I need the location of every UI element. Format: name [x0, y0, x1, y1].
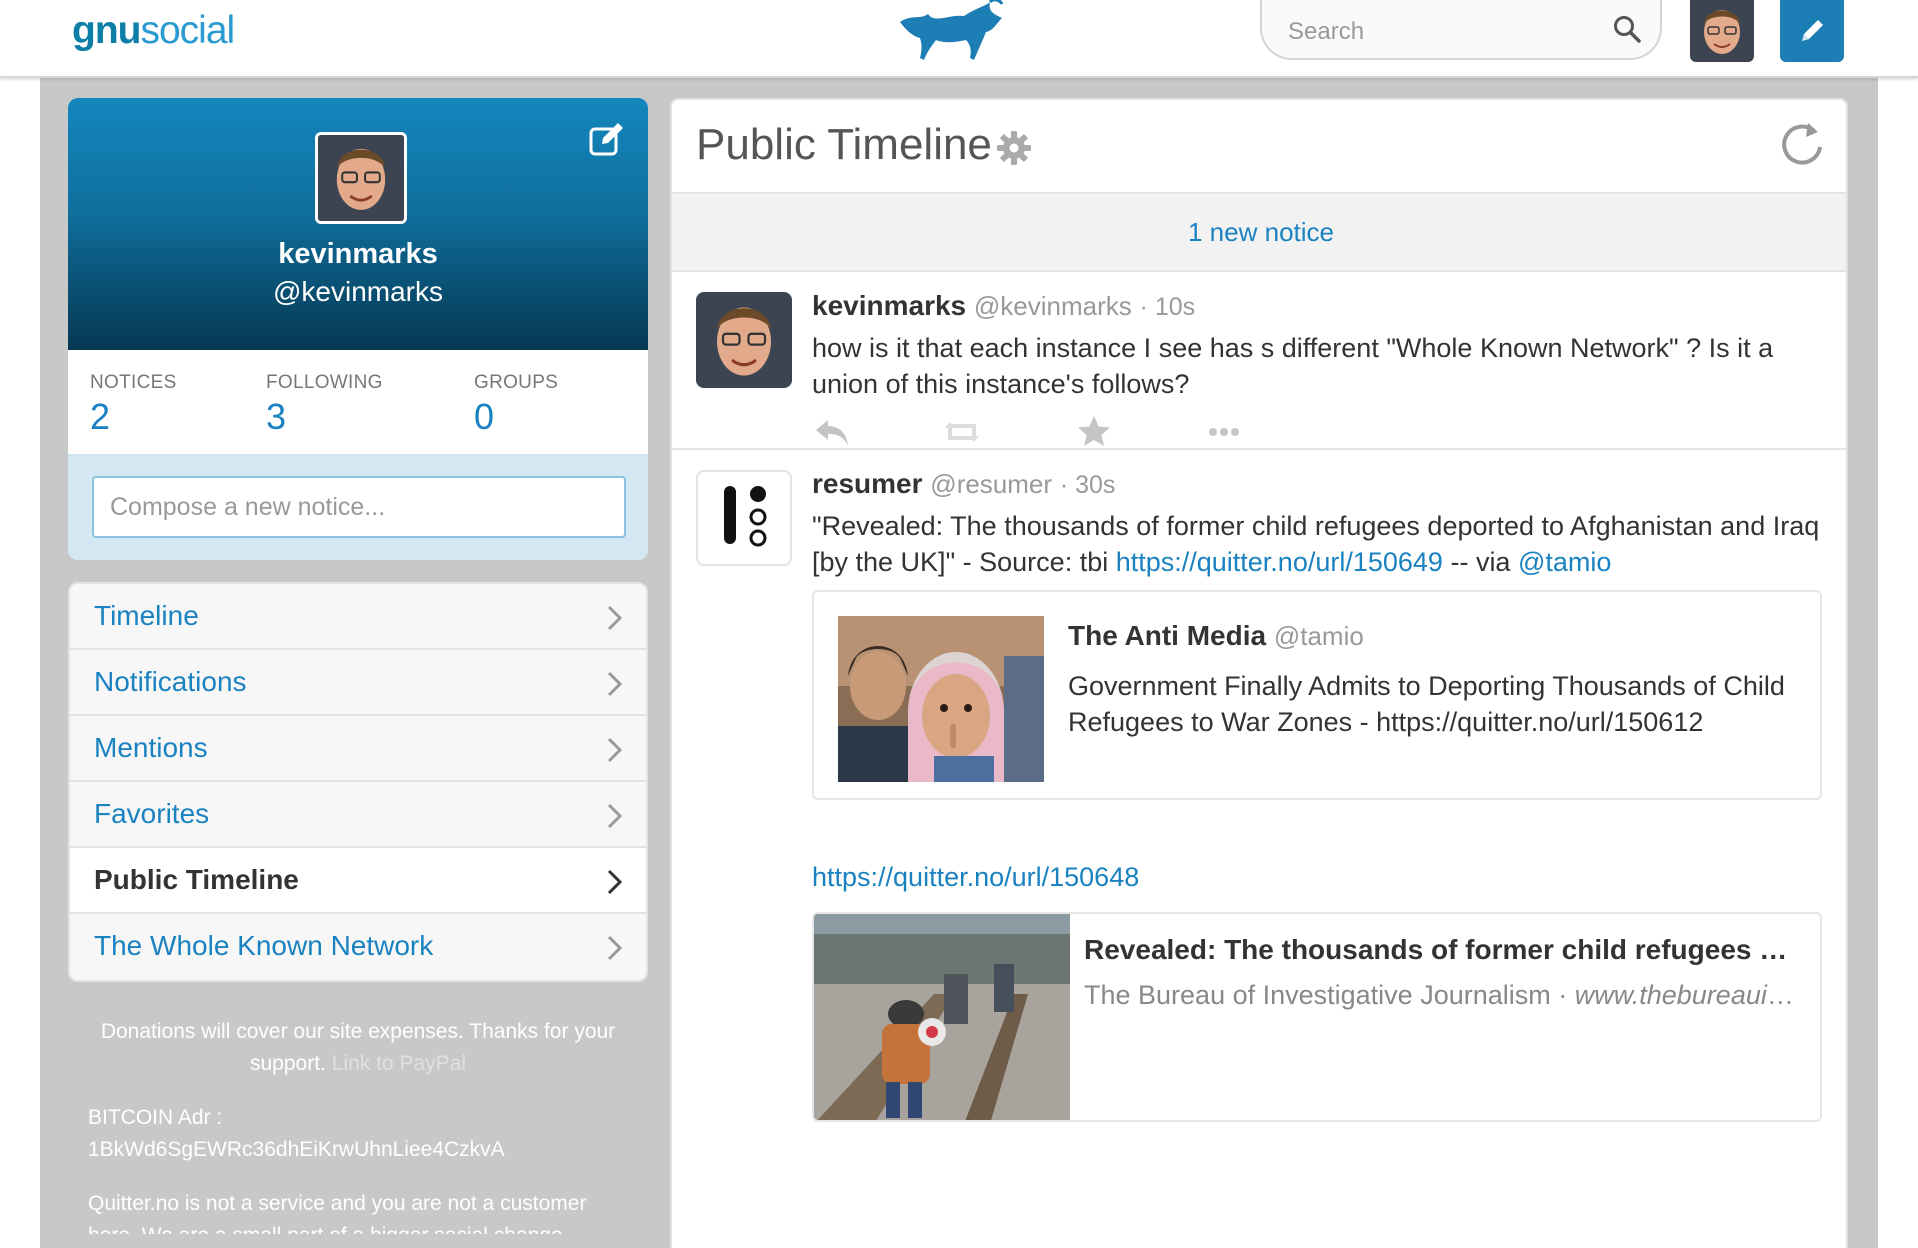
notice-text-part: -- via	[1442, 547, 1518, 577]
sidebar-item-notifications[interactable]: Notifications	[70, 650, 646, 716]
link-preview-title: Revealed: The thousands of former child …	[1084, 934, 1804, 965]
sidebar-footer: Donations will cover our site expenses. …	[88, 1016, 628, 1234]
sidebar-item-public-timeline[interactable]: Public Timeline	[70, 848, 646, 914]
sidebar-item-label: Mentions	[94, 732, 208, 763]
sidebar-item-favorites[interactable]: Favorites	[70, 782, 646, 848]
page-title: Public Timeline	[696, 120, 992, 169]
sidebar-item-mentions[interactable]: Mentions	[70, 716, 646, 782]
paypal-link[interactable]: Link to PayPal	[332, 1052, 466, 1075]
link-preview-site: www.thebureauinvestigates.com	[1574, 980, 1804, 1010]
stat-label: FOLLOWING	[266, 372, 383, 393]
profile-avatar[interactable]	[315, 132, 407, 224]
sidebar-item-timeline[interactable]: Timeline	[70, 584, 646, 650]
repeat-icon[interactable]	[942, 412, 982, 452]
notice-author-name[interactable]: kevinmarks	[812, 290, 966, 321]
bitcoin-address: 1BkWd6SgEWRc36dhEiKrwUhnLiee4CzkvA	[88, 1138, 505, 1161]
notice-timestamp[interactable]: · 10s	[1140, 293, 1196, 321]
favorite-star-icon[interactable]	[1074, 412, 1114, 452]
profile-name[interactable]: kevinmarks	[68, 238, 648, 271]
sidebar-item-label: The Whole Known Network	[94, 930, 434, 961]
reload-icon[interactable]	[1778, 120, 1826, 170]
compose-area	[68, 456, 648, 560]
notice-timestamp[interactable]: · 30s	[1060, 471, 1116, 499]
sidebar-item-label: Timeline	[94, 600, 199, 631]
link-preview-source: The Bureau of Investigative Journalism ·…	[1084, 980, 1804, 1011]
notice-author-handle[interactable]: @resumer	[930, 469, 1052, 499]
logo-gnu-text: gnu	[72, 9, 141, 52]
reply-icon[interactable]	[812, 412, 852, 452]
gnu-mascot-icon	[900, 0, 1004, 60]
notice-avatar[interactable]	[696, 292, 792, 388]
notice-author-handle[interactable]: @kevinmarks	[974, 291, 1132, 321]
notice-item: kevinmarks @kevinmarks · 10s how is it t…	[672, 272, 1846, 448]
notice-text: how is it that each instance I see has s…	[812, 333, 1774, 399]
main-timeline: Public Timeline 1 new notice kevinmarks …	[670, 98, 1848, 1248]
search-box	[1260, 0, 1662, 60]
link-preview-card[interactable]: Revealed: The thousands of former child …	[812, 912, 1822, 1122]
more-options-icon[interactable]	[1204, 412, 1244, 452]
search-icon[interactable]	[1612, 14, 1642, 44]
logo-social-text: social	[140, 9, 235, 52]
stat-value: 2	[90, 396, 111, 437]
profile-stats: NOTICES 2 FOLLOWING 3 GROUPS 0	[68, 350, 648, 456]
quoted-text: Government Finally Admits to Deporting T…	[1068, 671, 1785, 737]
compose-notice-input[interactable]	[92, 476, 626, 538]
stat-groups[interactable]: GROUPS 0	[474, 372, 558, 438]
bitcoin-label: BITCOIN Adr :	[88, 1106, 223, 1129]
chevron-right-icon	[607, 737, 623, 763]
gear-icon[interactable]	[996, 130, 1032, 166]
stat-value: 3	[266, 396, 287, 437]
link-preview-publisher: The Bureau of Investigative Journalism ·	[1084, 980, 1575, 1010]
site-logo[interactable]: gnusocial	[72, 8, 235, 54]
chevron-right-icon	[607, 869, 623, 895]
about-text: Quitter.no is not a service and you are …	[88, 1192, 587, 1234]
sidebar-item-label: Favorites	[94, 798, 210, 829]
notice-mention[interactable]: @tamio	[1518, 547, 1611, 577]
sidebar-item-label: Notifications	[94, 666, 247, 697]
notice-meta: resumer @resumer · 30s	[812, 468, 1115, 500]
chevron-right-icon	[607, 803, 623, 829]
top-bar: gnusocial	[0, 0, 1918, 78]
quoted-author-name[interactable]: The Anti Media	[1068, 620, 1266, 651]
profile-card: kevinmarks @kevinmarks NOTICES 2 FOLLOWI…	[68, 98, 648, 560]
compose-button[interactable]	[1780, 0, 1844, 62]
timeline-header: Public Timeline	[672, 100, 1846, 194]
link-preview-image	[814, 914, 1070, 1120]
notice-text: "Revealed: The thousands of former child…	[812, 508, 1822, 580]
quoted-author: The Anti Media @tamio	[1068, 620, 1364, 652]
notice-actions	[812, 412, 1412, 452]
quoted-notice[interactable]: The Anti Media @tamio Government Finally…	[812, 590, 1822, 800]
pencil-icon	[1802, 20, 1823, 41]
notice-avatar[interactable]	[696, 470, 792, 566]
avatar-face-icon	[696, 292, 792, 388]
quoted-notice-image	[838, 616, 1044, 782]
notice-meta: kevinmarks @kevinmarks · 10s	[812, 290, 1195, 322]
stat-label: GROUPS	[474, 372, 559, 393]
chevron-right-icon	[607, 671, 623, 697]
profile-handle: @kevinmarks	[272, 276, 443, 307]
stat-following[interactable]: FOLLOWING 3	[266, 372, 383, 438]
user-avatar[interactable]	[1690, 0, 1754, 62]
edit-profile-icon[interactable]	[588, 120, 626, 158]
avatar-face-icon	[1690, 0, 1754, 62]
sidebar-nav: Timeline Notifications Mentions Favorite…	[68, 582, 648, 982]
stat-value: 0	[474, 396, 495, 437]
quoted-author-handle[interactable]: @tamio	[1274, 621, 1364, 651]
notice-link[interactable]: https://quitter.no/url/150649	[1116, 547, 1443, 577]
sidebar-item-label: Public Timeline	[94, 864, 299, 895]
profile-header: kevinmarks @kevinmarks	[68, 98, 648, 350]
notice-item: resumer @resumer · 30s "Revealed: The th…	[672, 450, 1846, 1248]
sidebar-item-whole-known-network[interactable]: The Whole Known Network	[70, 914, 646, 980]
notice-author-name[interactable]: resumer	[812, 468, 923, 499]
donate-text: Donations will cover our site expenses. …	[88, 1016, 628, 1080]
resumer-logo-icon	[724, 486, 767, 547]
search-input[interactable]	[1286, 14, 1610, 50]
avatar-face-icon	[318, 135, 404, 221]
chevron-right-icon	[607, 935, 623, 961]
notice-link[interactable]: https://quitter.no/url/150648	[812, 862, 1139, 893]
chevron-right-icon	[607, 605, 623, 631]
stat-notices[interactable]: NOTICES 2	[90, 372, 177, 438]
stat-label: NOTICES	[90, 372, 177, 393]
new-notice-bar[interactable]: 1 new notice	[672, 194, 1846, 272]
